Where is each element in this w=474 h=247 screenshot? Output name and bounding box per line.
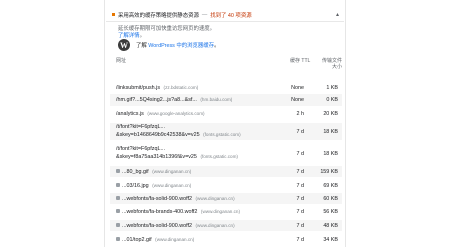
resource-url[interactable]: /linksubmit/push.js [116,85,160,91]
favicon-icon [116,196,120,201]
transfer-size: 159 KB [320,168,338,175]
resource-host: (www.dinganan.cn) [155,236,195,242]
chevron-up-icon[interactable]: ▴ [336,11,339,18]
resource-url[interactable]: ...80_bg.gif [122,169,149,175]
transfer-size: 18 KB [323,128,338,135]
transfer-size: 0 KB [326,97,338,103]
url-cell: ...03/16.jpg (www.dinganan.cn) [116,182,191,190]
column-header-ttl: 缓存 TTL [290,58,311,64]
table-row: /linksubmit/push.js (zz.bdstatic.com) No… [110,82,342,94]
audit-title: 采用高效的缓存策略提供静态资源 [118,12,199,19]
url-cell: ...01/top2.gif (www.dinganan.cn) [116,236,194,244]
resource-host: (www.dinganan.cn) [200,208,240,214]
url-cell: /t/font?kit=F6pfzqL... &skey=f8a75aa314b… [116,146,238,161]
resource-host: (hm.baidu.com) [200,97,233,102]
resource-host: (zz.bdstatic.com) [163,85,199,90]
transfer-size: 1 KB [326,85,338,91]
resource-host: (www.dinganan.cn) [195,222,235,228]
url-cell: ...80_bg.gif (www.dinganan.cn) [116,168,191,176]
resource-url[interactable]: /t/font?kit=F6pfzqL... [116,146,165,152]
favicon-icon [116,183,120,188]
resource-url[interactable]: /t/font?kit=F6pfzqL... [116,124,165,130]
audit-header[interactable]: 采用高效的缓存策略提供静态资源 — 找到了 40 项资源 ▴ [112,9,342,20]
transfer-size: 69 KB [323,182,338,189]
warning-square-icon [112,13,115,16]
resource-url[interactable]: ...webfonts/fa-solid-900.woff2 [122,196,192,202]
column-header-size-l2: 大小 [332,64,343,70]
url-cell: ...webfonts/fa-brands-400.woff2 (www.din… [116,208,240,216]
url-cell: /t/font?kit=F6pfzqL... &skey=b1468649b9c… [116,124,241,139]
resource-url[interactable]: /hm.gif?...5Q4sing2...js?a8...&sf... [116,97,197,103]
table-row: /t/font?kit=F6pfzqL... &skey=f8a75aa314b… [110,145,342,162]
transfer-size: 48 KB [323,222,338,229]
resource-host: (www.google-analytics.com) [147,111,205,116]
transfer-size: 20 KB [323,111,338,117]
url-cell: /hm.gif?...5Q4sing2...js?a8...&sf... (hm… [116,96,232,104]
wordpress-hint: W 了解 WordPress 中的浏览器缓存。 [118,39,220,51]
url-cell: /analytics.js (www.google-analytics.com) [116,110,205,118]
resource-url[interactable]: ...03/16.jpg [122,183,149,189]
audit-separator: — [201,11,208,18]
wp-prefix: 了解 [136,43,147,49]
favicon-icon [116,223,120,228]
cache-ttl: 7 d [296,168,305,175]
cache-ttl: 7 d [296,222,305,229]
resource-host: (www.dinganan.cn) [195,195,235,201]
table-row: /analytics.js (www.google-analytics.com)… [110,108,342,120]
column-header-size: 传输文件 大小 [322,58,346,70]
cache-ttl: 7 d [296,236,305,243]
transfer-size: 34 KB [323,236,338,243]
cache-ttl: 7 d [296,182,305,189]
wp-suffix: 。 [214,43,220,49]
cache-ttl: 7 d [296,195,305,202]
table-row: /t/font?kit=F6pfzqL... &skey=b1468649b9c… [110,123,342,140]
resource-url[interactable]: ...01/top2.gif [122,237,152,243]
cache-ttl: None [291,85,304,91]
resource-host: (fonts.gstatic.com) [200,154,238,159]
favicon-icon [116,169,120,174]
audit-display-value: 找到了 40 项资源 [210,12,252,19]
cache-ttl: 7 d [296,128,305,135]
table-row: ...03/16.jpg (www.dinganan.cn) 7 d 69 KB [110,180,342,191]
url-cell: /linksubmit/push.js (zz.bdstatic.com) [116,84,198,92]
header-divider [106,21,344,22]
favicon-icon [116,237,120,242]
table-row: ...webfonts/fa-solid-900.woff2 (www.ding… [110,193,342,204]
cache-ttl: 7 d [296,208,305,215]
description-text: 延长缓存期限可加快重访您网页的速度。 [118,26,216,32]
table-row: ...80_bg.gif (www.dinganan.cn) 7 d 159 K… [110,166,342,177]
column-header-url: 网址 [116,58,127,64]
resource-host: (www.dinganan.cn) [152,168,192,174]
table-row: /hm.gif?...5Q4sing2...js?a8...&sf... (hm… [110,94,342,106]
favicon-icon [116,209,120,214]
cache-ttl: 7 d [296,150,305,157]
resource-url[interactable]: ...webfonts/fa-brands-400.woff2 [122,209,197,215]
cache-ttl: None [291,97,304,103]
table-row: ...webfonts/fa-brands-400.woff2 (www.din… [110,206,342,217]
resource-host: (fonts.gstatic.com) [203,132,241,137]
table-row: ...webfonts/fa-solid-900.woff2 (www.ding… [110,220,342,231]
resource-host: (www.dinganan.cn) [152,182,192,188]
wordpress-logo: W [118,39,130,51]
resource-url[interactable]: /analytics.js [116,111,144,117]
resource-url-query: &skey=f8a75aa314b1396f&v=v25 [116,154,197,160]
url-cell: ...webfonts/fa-solid-900.woff2 (www.ding… [116,195,235,203]
cache-ttl: 2 h [296,111,305,117]
transfer-size: 60 KB [323,195,338,202]
transfer-size: 18 KB [323,150,338,157]
wordpress-cache-link[interactable]: WordPress 中的浏览器缓存 [148,43,214,49]
resource-url[interactable]: ...webfonts/fa-solid-900.woff2 [122,223,192,229]
resource-url-query: &skey=b1468649b9c42538&v=v25 [116,132,200,138]
transfer-size: 56 KB [323,208,338,215]
url-cell: ...webfonts/fa-solid-900.woff2 (www.ding… [116,222,235,230]
audit-description: 延长缓存期限可加快重访您网页的速度。 了解详情。 [118,26,215,40]
table-row: ...01/top2.gif (www.dinganan.cn) 7 d 34 … [110,234,342,245]
